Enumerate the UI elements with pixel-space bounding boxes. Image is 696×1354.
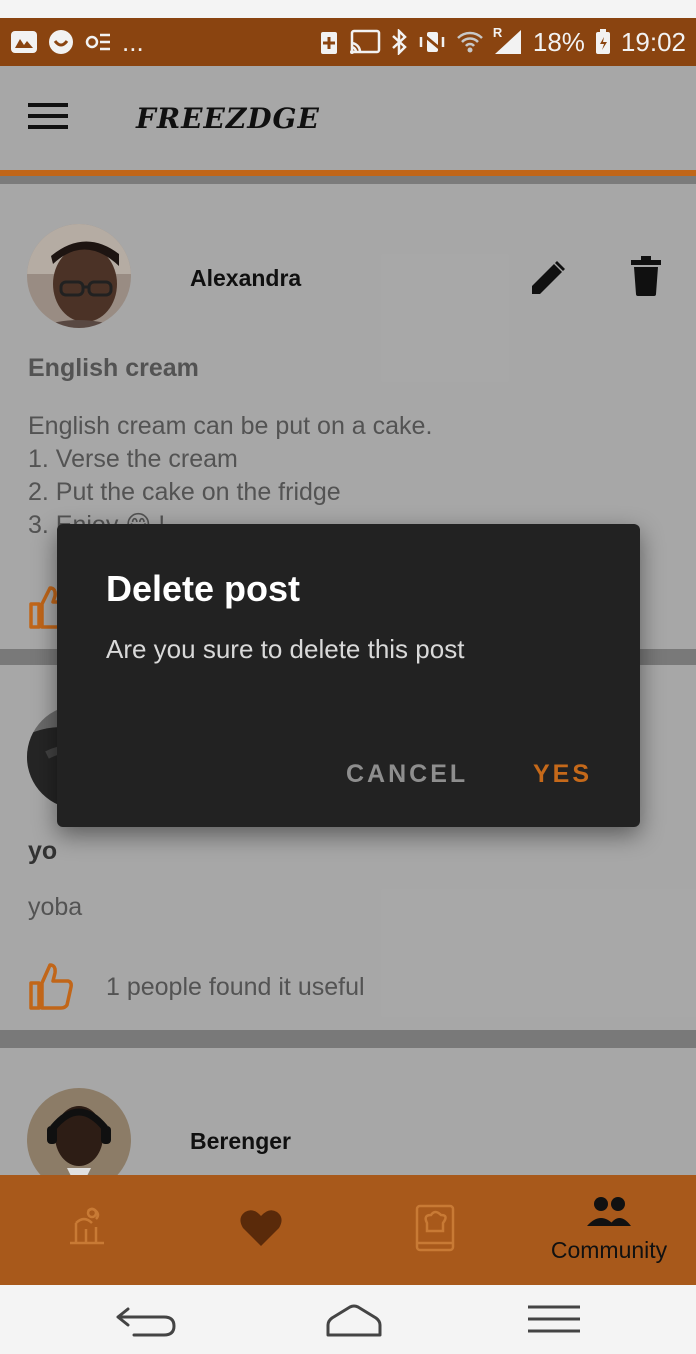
fridge-icon xyxy=(62,1203,112,1258)
wifi-icon xyxy=(456,29,483,55)
signal-icon: R xyxy=(493,25,523,55)
nav-item-recipes[interactable] xyxy=(348,1175,522,1285)
home-icon[interactable] xyxy=(324,1297,384,1346)
vibrate-off-icon xyxy=(417,29,447,55)
status-bar: ... R 18% 19:02 xyxy=(0,18,696,66)
cancel-button[interactable]: CANCEL xyxy=(346,760,468,789)
battery-charging-icon xyxy=(595,29,611,55)
roaming-indicator: R xyxy=(492,25,503,40)
system-navigation-bar xyxy=(0,1285,696,1354)
confirm-delete-button[interactable]: YES xyxy=(533,760,592,789)
nav-item-fridge[interactable] xyxy=(0,1175,174,1285)
clock: 19:02 xyxy=(620,26,686,57)
nav-item-favorites[interactable] xyxy=(174,1175,348,1285)
hotspot-notification-icon xyxy=(84,29,112,55)
community-icon xyxy=(587,1196,631,1233)
gallery-notification-icon xyxy=(10,30,38,54)
bluetooth-icon xyxy=(391,29,407,55)
battery-percent: 18% xyxy=(532,26,585,57)
nav-item-community[interactable]: Community xyxy=(522,1175,696,1285)
bottom-navigation: Community xyxy=(0,1175,696,1285)
delete-post-dialog: Delete post Are you sure to delete this … xyxy=(57,524,640,827)
battery-saver-icon xyxy=(319,29,339,55)
nav-label-community: Community xyxy=(550,1237,668,1263)
dialog-message: Are you sure to delete this post xyxy=(106,634,465,664)
recipe-book-icon xyxy=(413,1203,457,1258)
recents-icon[interactable] xyxy=(526,1297,582,1346)
status-bar-system: R 18% 19:02 xyxy=(319,25,686,58)
more-notifications-text: ... xyxy=(122,26,144,57)
status-bar-notifications: ... xyxy=(10,27,144,58)
back-icon[interactable] xyxy=(114,1297,178,1346)
cast-icon xyxy=(349,29,381,55)
top-strip xyxy=(0,0,696,18)
heart-icon xyxy=(239,1208,283,1253)
dialog-title: Delete post xyxy=(106,568,301,609)
chat-notification-icon xyxy=(48,29,74,55)
